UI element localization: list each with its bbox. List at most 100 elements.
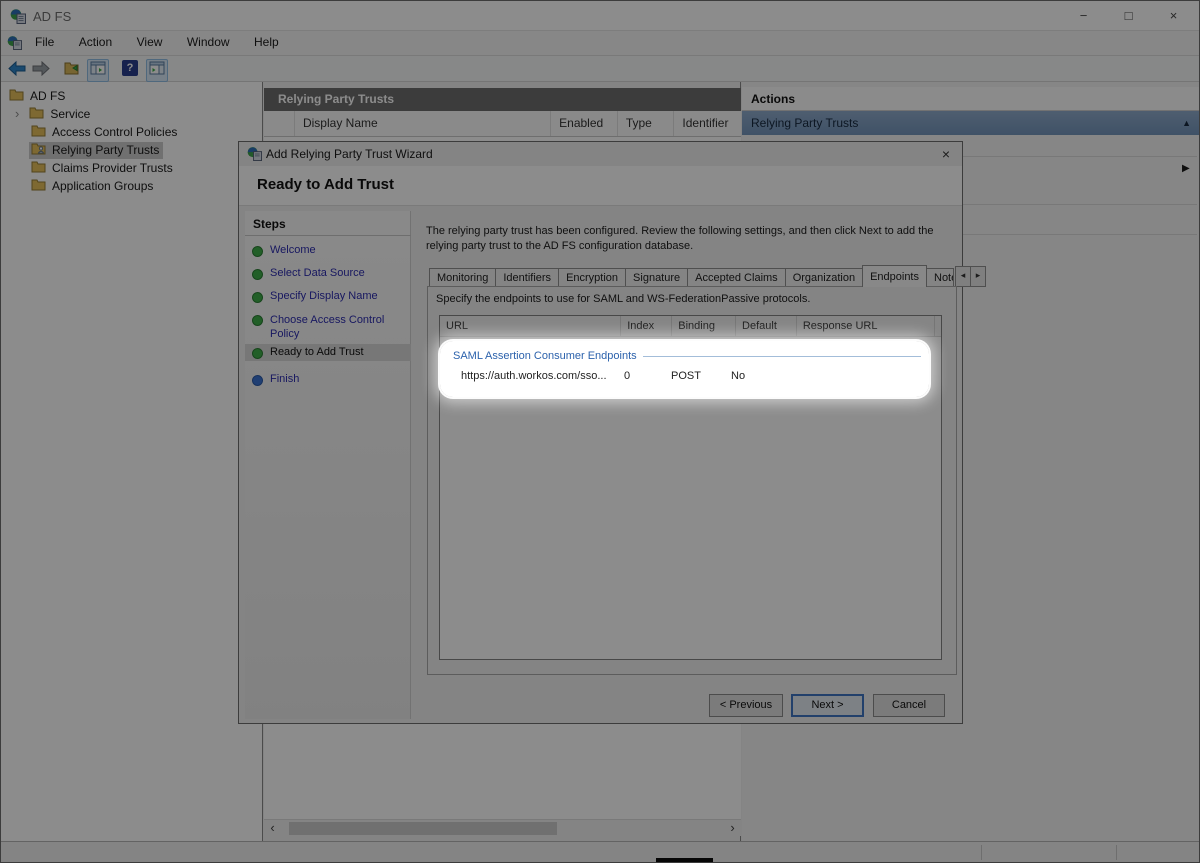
statusbar-separator [1116,845,1117,860]
step-welcome[interactable]: Welcome [245,242,411,259]
adfs-app-icon [247,146,262,166]
submenu-arrow-icon[interactable]: ▶ [1182,163,1190,174]
add-relying-party-trust-wizard-dialog: Add Relying Party Trust Wizard × Ready t… [238,141,963,724]
statusbar-separator [981,845,982,860]
dialog-titlebar[interactable]: Add Relying Party Trust Wizard × [239,142,962,166]
scroll-right-icon[interactable]: › [724,820,741,836]
help-icon[interactable]: ? [122,60,138,76]
header-default[interactable]: Default [736,316,797,336]
list-column-headers: Display Name Enabled Type Identifier [264,111,741,137]
menu-file[interactable]: File [25,31,64,53]
step-choose-access-control-policy[interactable]: Choose Access Control Policy [245,311,411,343]
tree-item-label: AD FS [30,89,65,103]
column-header-identifier[interactable]: Identifier [674,111,741,136]
tree-item-application-groups[interactable]: Application Groups [31,177,153,195]
main-titlebar[interactable]: AD FS − □ × [1,1,1200,31]
actions-section-label: Relying Party Trusts [751,116,858,130]
step-finish[interactable]: Finish [245,371,411,388]
tab-encryption[interactable]: Encryption [558,268,626,287]
previous-button[interactable]: < Previous [709,694,783,717]
settings-tabstrip: Monitoring Identifiers Encryption Signat… [429,265,985,287]
chevron-right-icon[interactable]: › [15,109,19,119]
tab-scroll-right-icon[interactable]: ▸ [970,266,986,287]
folder-icon [31,179,46,194]
step-label: Welcome [270,244,316,256]
folder-icon [31,125,46,140]
statusbar [1,841,1200,863]
cancel-button[interactable]: Cancel [873,694,945,717]
scrollbar-thumb[interactable] [289,822,557,835]
endpoint-group-line [643,356,921,357]
tab-signature[interactable]: Signature [625,268,688,287]
endpoints-table-header: URL Index Binding Default Response URL [440,316,941,337]
column-header-enabled[interactable]: Enabled [551,111,618,136]
actions-title: Actions [742,87,1200,111]
step-select-data-source[interactable]: Select Data Source [245,265,411,282]
header-url[interactable]: URL [440,316,621,336]
maximize-button[interactable]: □ [1106,1,1151,30]
close-button[interactable]: × [1151,1,1196,30]
wizard-heading: Ready to Add Trust [257,176,394,193]
wizard-description: The relying party trust has been configu… [426,224,958,254]
help-glyph: ? [127,62,134,74]
step-done-bullet-icon [252,246,263,257]
adfs-app-icon [10,8,26,29]
menu-window[interactable]: Window [177,31,240,53]
header-binding[interactable]: Binding [672,316,736,336]
step-upcoming-bullet-icon [252,375,263,386]
scroll-left-icon[interactable]: ‹ [264,820,281,836]
forward-icon[interactable] [32,61,50,81]
header-response-url[interactable]: Response URL [797,316,935,336]
column-header-type[interactable]: Type [618,111,675,136]
steps-divider [245,235,411,236]
dialog-close-icon[interactable]: × [936,145,956,163]
minimize-button[interactable]: − [1061,1,1106,30]
tab-monitoring[interactable]: Monitoring [429,268,496,287]
header-blank [935,316,941,336]
menu-help[interactable]: Help [244,31,289,53]
tab-accepted-claims[interactable]: Accepted Claims [687,268,786,287]
horizontal-scrollbar[interactable]: ‹ › [264,819,741,836]
export-list-icon[interactable] [64,61,81,81]
tab-scroll-buttons: ◂ ▸ [955,266,985,287]
endpoints-hint: Specify the endpoints to use for SAML an… [436,293,810,305]
folder-icon [29,107,44,122]
step-specify-display-name[interactable]: Specify Display Name [245,288,411,305]
folder-icon [31,161,46,176]
tab-organization[interactable]: Organization [785,268,863,287]
endpoint-url: https://auth.workos.com/sso... [440,370,618,382]
adfs-mmc-screen: AD FS − □ × File Action View Window Help… [0,0,1200,863]
console-tree-toggle-icon[interactable] [87,59,109,82]
next-button[interactable]: Next > [791,694,864,717]
action-pane-toggle-icon[interactable] [146,59,168,82]
tree-item-relying-party-trusts[interactable]: Relying Party Trusts [29,141,163,159]
tree-item-adfs[interactable]: AD FS [9,87,65,105]
tree-item-service[interactable]: › Service [15,105,90,123]
tab-endpoints[interactable]: Endpoints [862,265,927,287]
tree-item-claims-provider-trusts[interactable]: Claims Provider Trusts [31,159,173,177]
step-done-bullet-icon [252,292,263,303]
menubar: File Action View Window Help − × [1,31,1200,56]
step-label: Choose Access Control Policy [270,313,390,341]
steps-title: Steps [253,217,286,231]
step-ready-to-add-trust[interactable]: Ready to Add Trust [245,344,411,361]
tree-item-access-control-policies[interactable]: Access Control Policies [31,123,177,141]
endpoints-table: URL Index Binding Default Response URL S… [439,315,942,660]
menu-view[interactable]: View [127,31,173,53]
tab-scroll-left-icon[interactable]: ◂ [955,266,971,287]
tab-notes[interactable]: Note [926,268,954,287]
endpoint-binding: POST [663,370,721,382]
tab-identifiers[interactable]: Identifiers [495,268,559,287]
back-icon[interactable] [8,61,26,81]
header-index[interactable]: Index [621,316,672,336]
toolbar: ? [1,56,1200,82]
dialog-banner: Ready to Add Trust [239,166,962,206]
endpoint-group-label: SAML Assertion Consumer Endpoints [453,350,637,362]
collapse-icon[interactable]: ▲ [1182,111,1191,135]
step-label: Ready to Add Trust [270,346,364,358]
endpoint-row[interactable]: https://auth.workos.com/sso... 0 POST No [440,366,941,386]
column-header-blank[interactable] [264,111,295,136]
actions-section-header[interactable]: Relying Party Trusts ▲ [742,111,1200,135]
column-header-display-name[interactable]: Display Name [295,111,551,136]
menu-action[interactable]: Action [69,31,122,53]
